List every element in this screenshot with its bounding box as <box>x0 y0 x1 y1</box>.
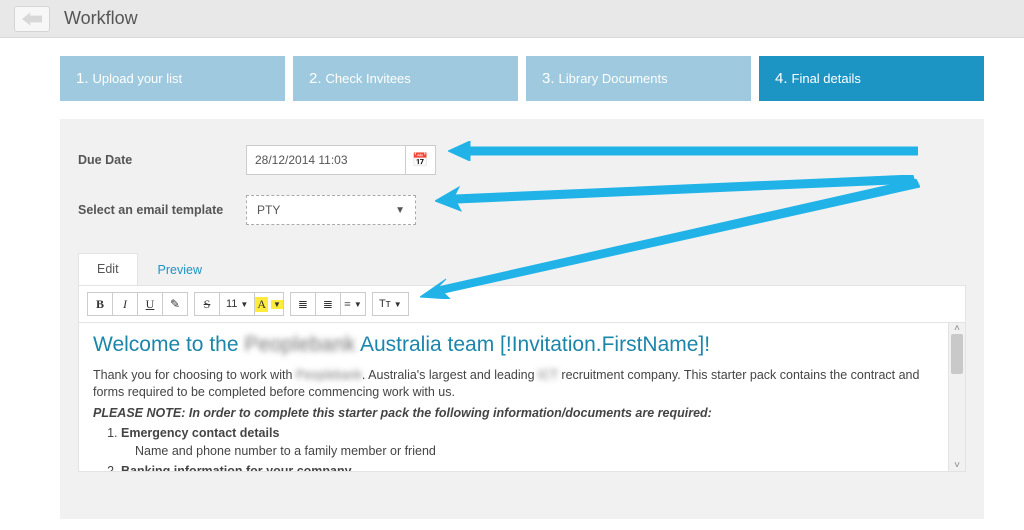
editor-toolbar: B I U ✎ S 11▼ A▼ ≣ ≣ ≡▼ Tт▼ <box>79 286 965 323</box>
back-button[interactable] <box>14 6 50 32</box>
text-style-button[interactable]: Tт▼ <box>372 292 409 316</box>
eraser-button[interactable]: ✎ <box>162 292 188 316</box>
bullet-list-button[interactable]: ≣ <box>290 292 316 316</box>
editor-tabs: Edit Preview <box>78 253 966 285</box>
chevron-down-icon: ▼ <box>240 300 248 309</box>
page-title: Workflow <box>64 8 138 29</box>
number-list-button[interactable]: ≣ <box>315 292 341 316</box>
email-template-dropdown[interactable]: PTY ▼ <box>246 195 416 225</box>
due-date-input[interactable] <box>246 145 406 175</box>
doc-requirements-list: Emergency contact details Name and phone… <box>121 426 934 471</box>
calendar-icon: 📅 <box>412 152 428 168</box>
font-size-button[interactable]: 11▼ <box>219 292 255 316</box>
wizard-steps: 1.Upload your list 2.Check Invitees 3.Li… <box>60 56 984 101</box>
email-template-label: Select an email template <box>78 203 246 217</box>
back-arrow-icon <box>22 11 42 27</box>
email-template-value: PTY <box>257 203 280 217</box>
bold-button[interactable]: B <box>87 292 113 316</box>
scroll-thumb[interactable] <box>951 334 963 374</box>
scroll-track[interactable] <box>949 334 965 460</box>
doc-paragraph-1: Thank you for choosing to work with Peop… <box>93 367 934 401</box>
underline-button[interactable]: U <box>137 292 163 316</box>
tab-preview[interactable]: Preview <box>144 253 216 285</box>
doc-heading: Welcome to the Peoplebank Australia team… <box>93 333 934 357</box>
panel-final-details: Due Date 📅 Select an email template PTY … <box>60 119 984 519</box>
editor-document[interactable]: Welcome to the Peoplebank Australia team… <box>79 323 948 471</box>
highlight-button[interactable]: A▼ <box>254 292 284 316</box>
chevron-down-icon: ▼ <box>271 300 283 309</box>
tab-edit[interactable]: Edit <box>78 253 138 285</box>
title-bar: Workflow <box>0 0 1024 38</box>
list-item: Emergency contact details Name and phone… <box>121 426 934 458</box>
chevron-down-icon: ▼ <box>395 205 405 216</box>
chevron-down-icon: ▼ <box>354 300 362 309</box>
chevron-down-icon: ▼ <box>394 300 402 309</box>
main-canvas: 1.Upload your list 2.Check Invitees 3.Li… <box>0 38 1024 530</box>
scroll-down-icon[interactable]: ˅ <box>954 460 960 471</box>
align-button[interactable]: ≡▼ <box>340 292 366 316</box>
row-email-template: Select an email template PTY ▼ <box>78 195 966 225</box>
row-due-date: Due Date 📅 <box>78 145 966 175</box>
doc-please-note: PLEASE NOTE: In order to complete this s… <box>93 405 934 422</box>
scroll-up-icon[interactable]: ˄ <box>954 323 960 334</box>
due-date-picker-button[interactable]: 📅 <box>406 145 436 175</box>
due-date-label: Due Date <box>78 153 246 167</box>
step-1[interactable]: 1.Upload your list <box>60 56 285 101</box>
italic-button[interactable]: I <box>112 292 138 316</box>
step-3[interactable]: 3.Library Documents <box>526 56 751 101</box>
list-item: Banking information for your company <box>121 464 934 471</box>
step-2[interactable]: 2.Check Invitees <box>293 56 518 101</box>
strike-button[interactable]: S <box>194 292 220 316</box>
step-4[interactable]: 4.Final details <box>759 56 984 101</box>
editor-scrollbar[interactable]: ˄ ˅ <box>948 323 965 471</box>
rich-text-editor: B I U ✎ S 11▼ A▼ ≣ ≣ ≡▼ Tт▼ <box>78 285 966 472</box>
